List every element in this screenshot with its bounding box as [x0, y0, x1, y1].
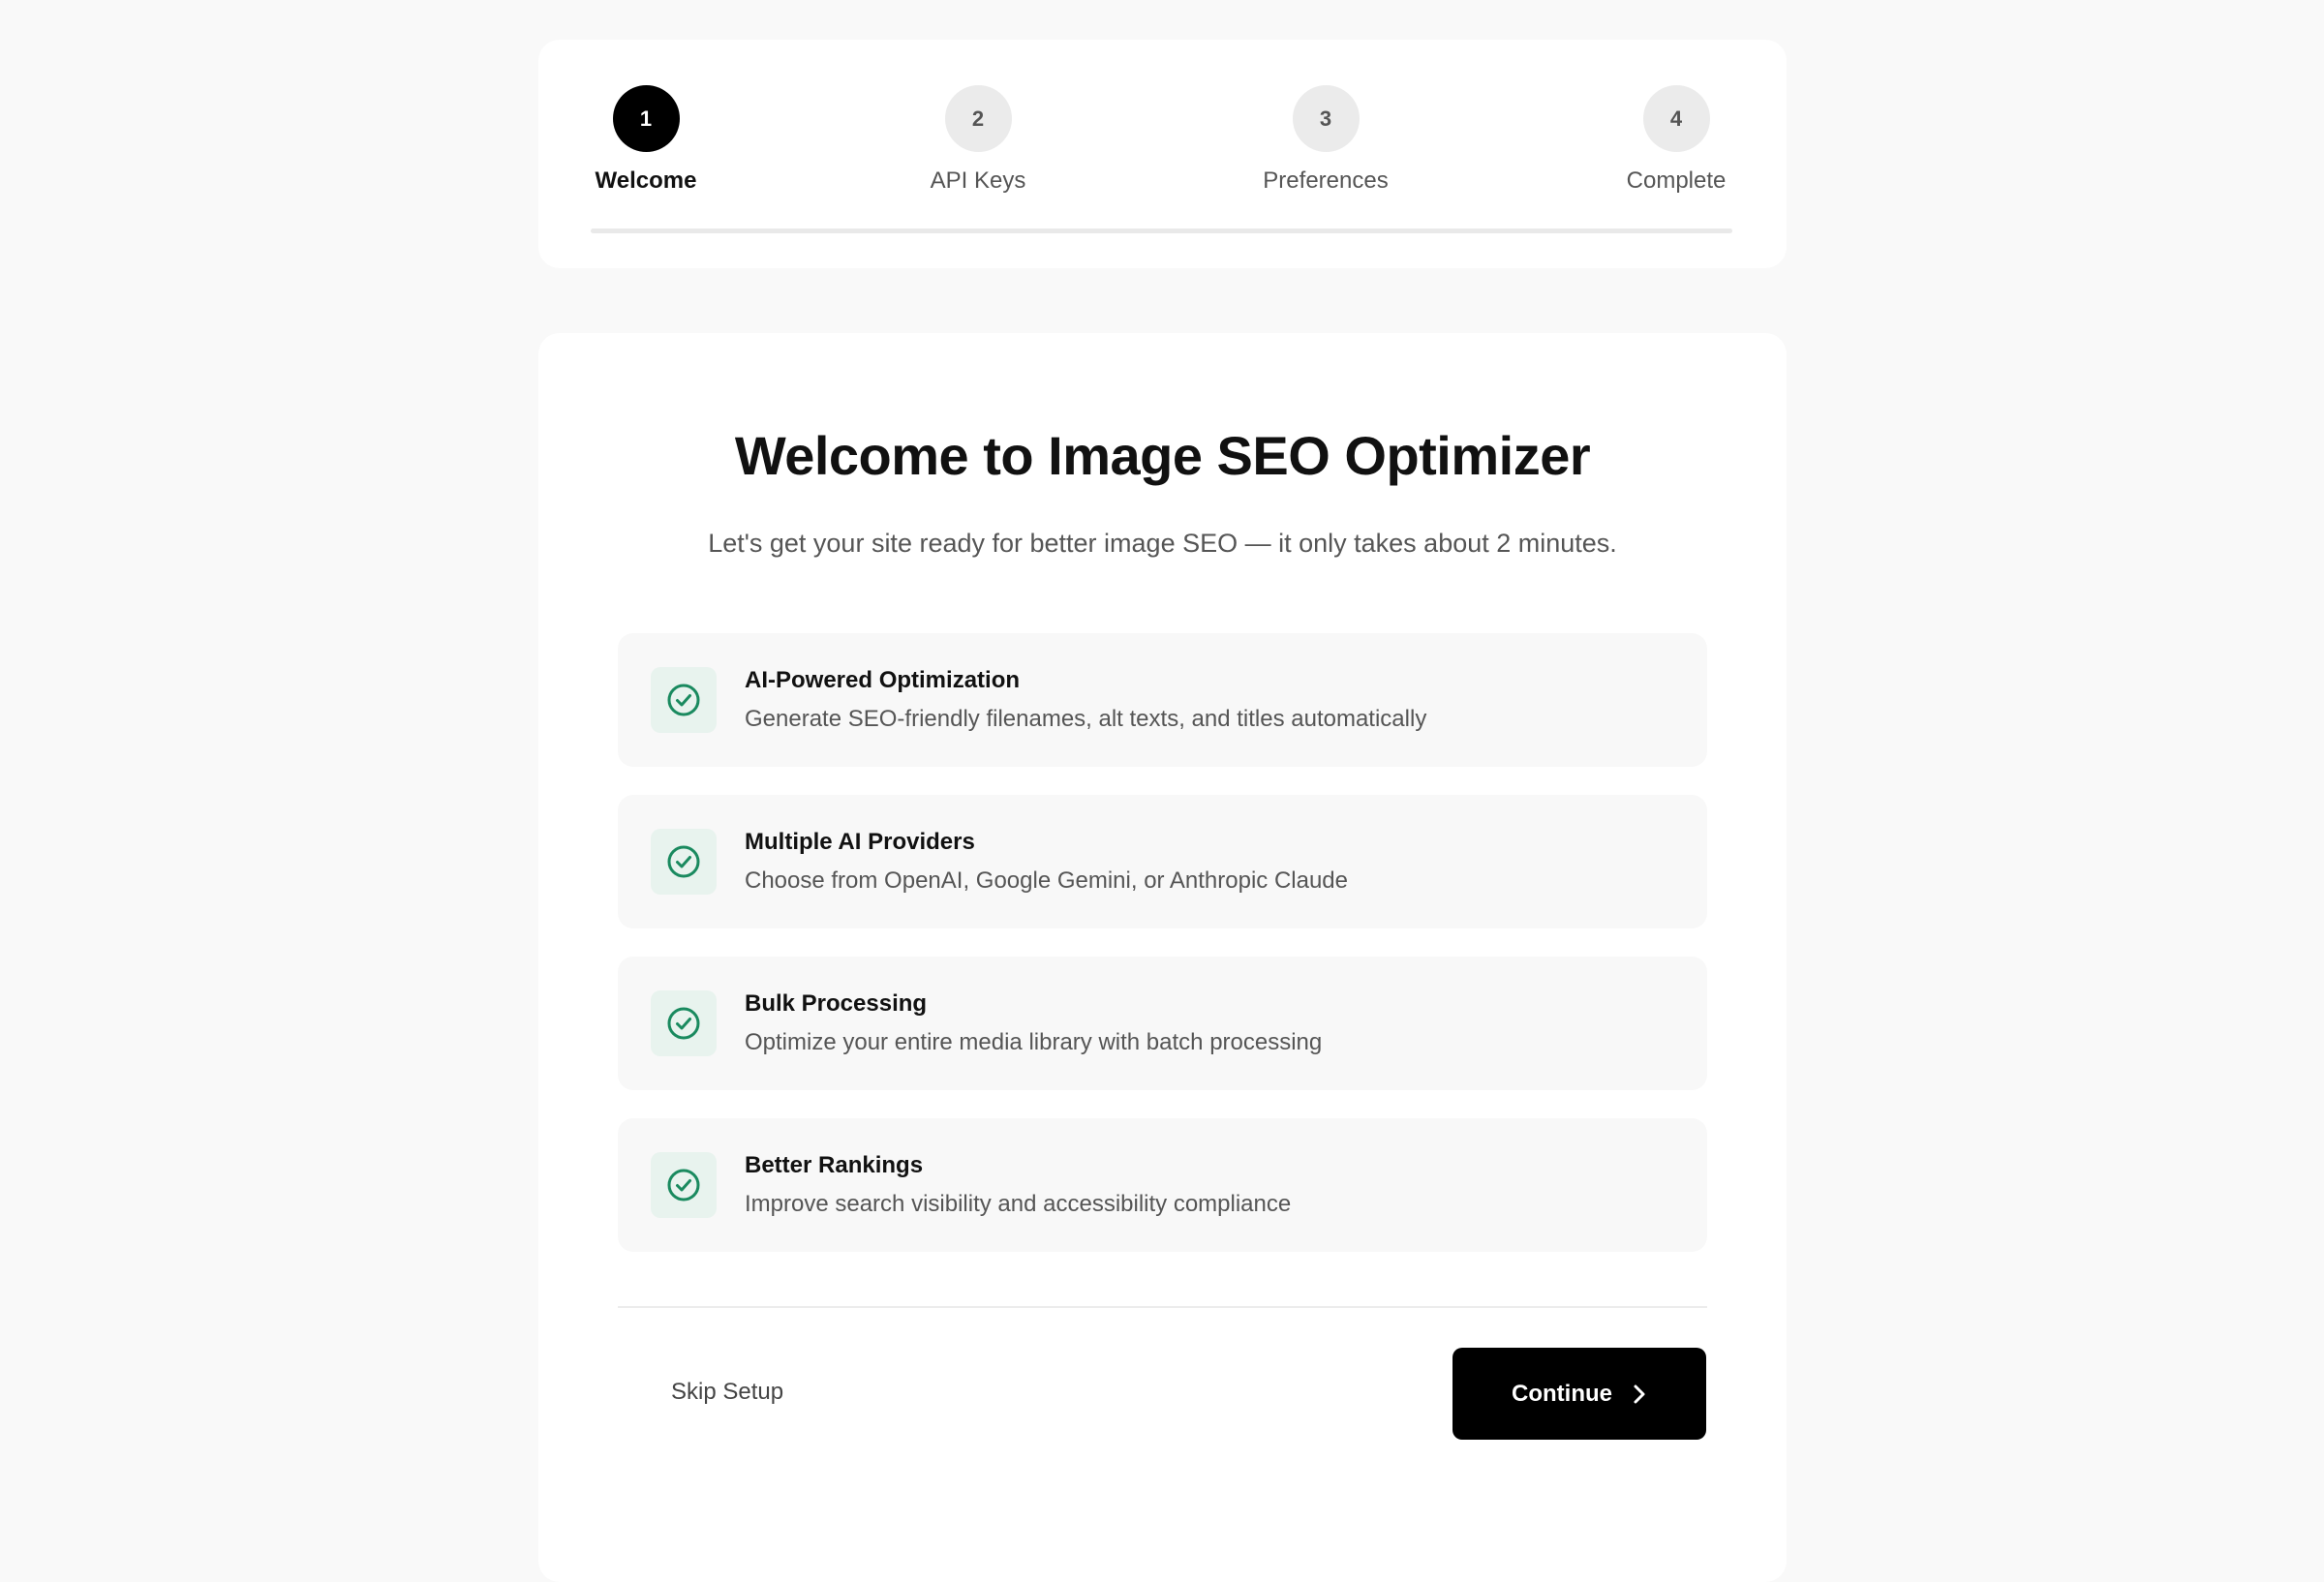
page-subtitle: Let's get your site ready for better ima… [708, 529, 1617, 558]
chevron-right-icon [1634, 1384, 1645, 1403]
step-welcome[interactable]: 1 Welcome [549, 85, 743, 195]
continue-label: Continue [1512, 1380, 1612, 1407]
welcome-card: Welcome to Image SEO Optimizer Let's get… [538, 333, 1787, 1582]
check-circle-icon [651, 990, 717, 1056]
step-progress-track [591, 228, 1732, 233]
step-number: 2 [944, 85, 1012, 152]
step-label: API Keys [930, 167, 1026, 194]
check-circle-icon [651, 1152, 717, 1218]
feature-title: Multiple AI Providers [745, 829, 975, 855]
page-title: Welcome to Image SEO Optimizer [734, 425, 1591, 486]
feature-description: Optimize your entire media library with … [745, 1029, 1323, 1055]
footer-divider [618, 1306, 1707, 1308]
step-preferences[interactable]: 3 Preferences [1229, 85, 1422, 195]
step-number: 4 [1642, 85, 1710, 152]
check-circle-icon [651, 667, 717, 733]
step-api-keys[interactable]: 2 API Keys [881, 85, 1075, 195]
feature-title: AI-Powered Optimization [745, 667, 1021, 693]
feature-list: AI-Powered Optimization Generate SEO-fri… [618, 633, 1707, 1280]
setup-stepper: 1 Welcome 2 API Keys 3 Preferences 4 Com… [538, 40, 1787, 268]
step-label: Welcome [595, 167, 697, 194]
skip-setup-link[interactable]: Skip Setup [671, 1379, 783, 1406]
step-complete[interactable]: 4 Complete [1579, 85, 1773, 195]
feature-item: AI-Powered Optimization Generate SEO-fri… [618, 633, 1707, 767]
step-label: Preferences [1263, 167, 1389, 194]
step-label: Complete [1626, 167, 1727, 194]
step-number: 1 [612, 85, 680, 152]
continue-button[interactable]: Continue [1452, 1348, 1706, 1440]
feature-description: Choose from OpenAI, Google Gemini, or An… [745, 867, 1348, 894]
feature-item: Bulk Processing Optimize your entire med… [618, 957, 1707, 1090]
feature-title: Better Rankings [745, 1152, 924, 1178]
step-number: 3 [1292, 85, 1360, 152]
feature-item: Better Rankings Improve search visibilit… [618, 1118, 1707, 1252]
feature-description: Improve search visibility and accessibil… [745, 1191, 1292, 1217]
feature-item: Multiple AI Providers Choose from OpenAI… [618, 795, 1707, 928]
feature-title: Bulk Processing [745, 990, 928, 1017]
feature-description: Generate SEO-friendly filenames, alt tex… [745, 706, 1427, 732]
check-circle-icon [651, 829, 717, 895]
